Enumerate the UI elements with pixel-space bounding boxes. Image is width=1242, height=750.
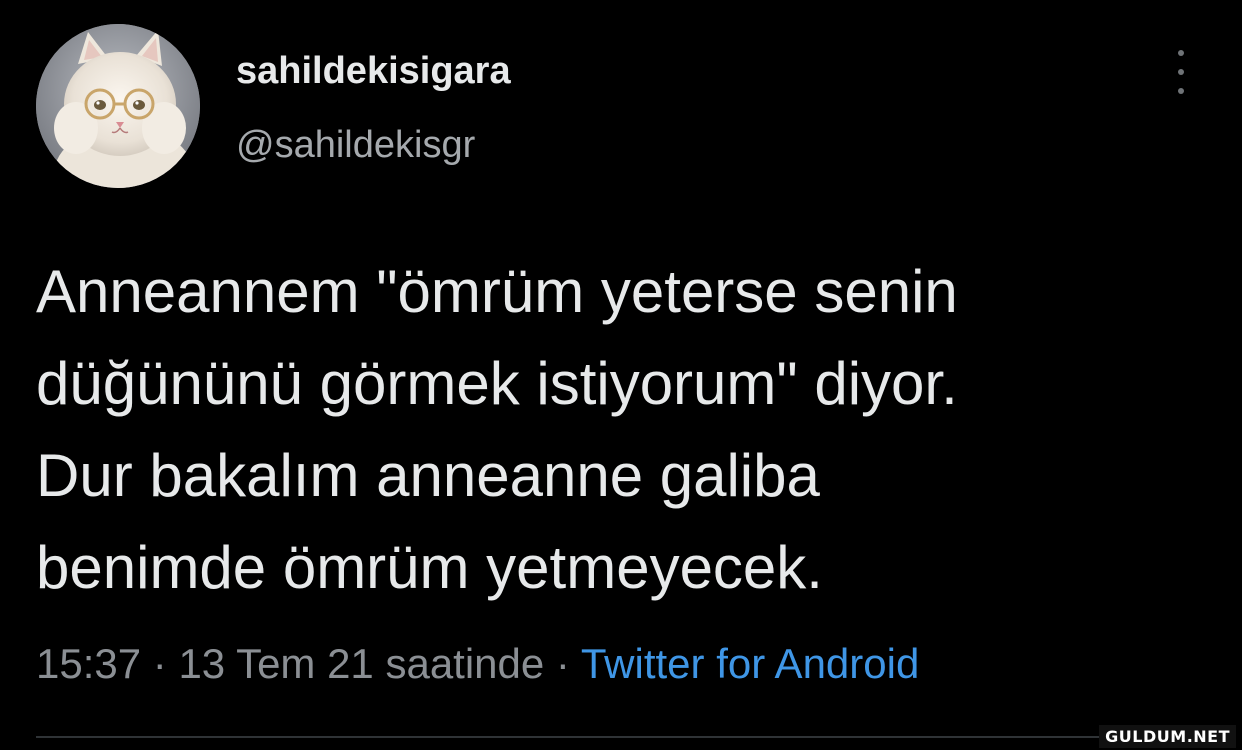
tweet-text-line: Anneannem "ömrüm yeterse senin xyxy=(36,258,958,325)
tweet-source-link[interactable]: Twitter for Android xyxy=(581,640,919,687)
avatar[interactable] xyxy=(36,24,200,188)
vertical-ellipsis-icon-dot xyxy=(1178,69,1184,75)
tweet-date[interactable]: 13 Tem 21 saatinde xyxy=(178,640,544,687)
meta-separator: · xyxy=(544,640,581,687)
tweet-text-line: düğününü görmek istiyorum" diyor. xyxy=(36,350,958,417)
more-options-button[interactable] xyxy=(1166,50,1196,94)
tweet-meta: 15:37 · 13 Tem 21 saatinde · Twitter for… xyxy=(36,640,919,688)
display-name[interactable]: sahildekisigara xyxy=(236,50,511,93)
tweet-text-line: Dur bakalım anneanne galiba xyxy=(36,442,820,509)
divider xyxy=(36,736,1206,738)
vertical-ellipsis-icon xyxy=(1178,50,1184,56)
vertical-ellipsis-icon-dot xyxy=(1178,88,1184,94)
tweet-card: sahildekisigara @sahildekisgr Anneannem … xyxy=(0,0,1242,750)
user-handle[interactable]: @sahildekisgr xyxy=(236,124,475,167)
watermark: GULDUM.NET xyxy=(1099,725,1236,748)
meta-separator: · xyxy=(141,640,179,687)
tweet-text-line: benimde ömrüm yetmeyecek. xyxy=(36,534,823,601)
tweet-time[interactable]: 15:37 xyxy=(36,640,141,687)
tweet-text: Anneannem "ömrüm yeterse senin düğününü … xyxy=(36,246,1226,614)
cat-avatar-icon xyxy=(36,24,200,188)
